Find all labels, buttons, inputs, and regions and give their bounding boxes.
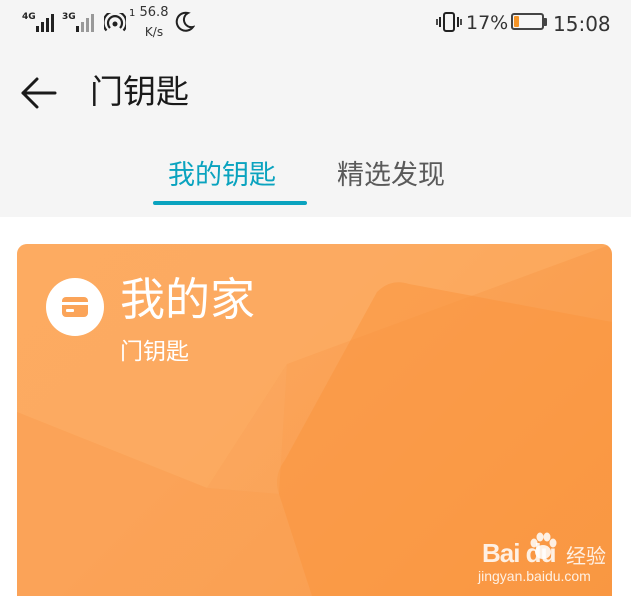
battery-percent: 17%	[466, 12, 509, 34]
network-speed-value: 56.8	[139, 5, 169, 20]
active-tab-indicator	[153, 201, 307, 205]
status-bar: 4G 3G 1 56.8 K/s 17% 15:08	[0, 0, 631, 46]
back-button[interactable]	[14, 70, 60, 116]
status-time: 15:08	[553, 12, 611, 36]
sim1-signal: 4G	[22, 12, 60, 34]
page-title: 门钥匙	[90, 72, 189, 111]
card-title: 我的家	[120, 273, 256, 326]
baidu-jingyan-watermark: Bai du 经验 jingyan.baidu.com	[478, 524, 628, 590]
signal-bars-icon	[36, 14, 54, 32]
sim2-signal: 3G	[62, 12, 100, 34]
watermark-url: jingyan.baidu.com	[478, 568, 591, 584]
network-speed-unit: K/s	[144, 25, 164, 39]
paw-icon	[530, 532, 557, 559]
battery-icon	[511, 13, 544, 30]
screen: 4G 3G 1 56.8 K/s 17% 15:08 门钥匙 我的钥匙 精选发现…	[0, 0, 631, 596]
card-icon-circle	[46, 278, 104, 336]
sim2-network-type: 3G	[62, 12, 76, 22]
card-icon	[62, 297, 88, 317]
hotspot-icon	[104, 13, 126, 32]
sim1-network-type: 4G	[22, 12, 36, 22]
battery-tip	[544, 18, 547, 26]
speed-up-marker: 1	[129, 8, 136, 19]
moon-icon	[175, 11, 195, 32]
battery-fill	[514, 16, 519, 27]
signal-bars-icon	[76, 14, 94, 32]
tab-my-keys[interactable]: 我的钥匙	[168, 156, 276, 196]
watermark-brand-suffix: 经验	[566, 544, 606, 568]
arrow-left-icon	[21, 77, 57, 109]
tab-discover[interactable]: 精选发现	[337, 156, 445, 196]
vibrate-icon	[436, 12, 462, 32]
card-subtitle: 门钥匙	[120, 339, 189, 365]
